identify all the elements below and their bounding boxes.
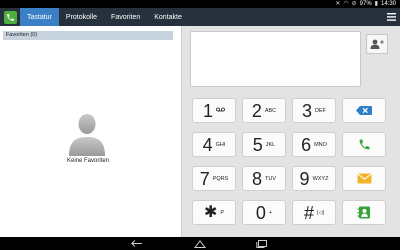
person-silhouette-icon (69, 114, 105, 156)
home-icon[interactable] (190, 239, 210, 248)
envelope-icon (356, 173, 372, 184)
key-digit: 6 (301, 134, 312, 155)
key-letters: P (220, 209, 225, 216)
key-6[interactable]: 6 MNO (292, 132, 336, 157)
key-digit: 4 (202, 134, 213, 155)
phone-call-icon (359, 139, 369, 150)
battery-icon: ▮ (374, 1, 378, 7)
key-letters: WXYZ (312, 175, 329, 182)
wifi-icon: ◠ (343, 1, 349, 7)
call-button[interactable] (342, 132, 386, 157)
no-favorites-text: Keine Favoriten (66, 158, 110, 164)
key-digit: 7 (199, 168, 210, 189)
mute-icon: ✕ (335, 1, 341, 7)
phone-app-screen: ✕ ◠ ⊘ 97% ▮ 14:30 Tastatur Protokolle Fa… (0, 0, 400, 250)
key-digit: ✱ (203, 203, 218, 221)
key-5[interactable]: 5 JKL (242, 132, 286, 157)
tab-bar: Tastatur Protokolle Favoriten Kontakte (0, 8, 400, 26)
key-letters: GHI (215, 141, 226, 148)
key-digit: 1 (202, 100, 213, 121)
key-digit: # (303, 202, 314, 223)
contacts-button[interactable] (342, 200, 386, 225)
message-button[interactable] (342, 166, 386, 191)
contact-card-icon (357, 206, 370, 219)
phone-icon (3, 10, 17, 24)
key-0[interactable]: 0 + (242, 200, 286, 225)
status-bar: ✕ ◠ ⊘ 97% ▮ 14:30 (0, 0, 400, 8)
key-letters: MNO (314, 141, 327, 148)
add-contact-button[interactable] (366, 34, 388, 54)
key-digit: 0 (255, 202, 266, 223)
voicemail-icon (216, 107, 225, 114)
key-letters: DEF (315, 107, 326, 114)
key-4[interactable]: 4 GHI (192, 132, 236, 157)
recent-apps-icon[interactable] (252, 239, 272, 248)
key-digit: 2 (251, 100, 262, 121)
key-7[interactable]: 7 PQRS (192, 166, 236, 191)
key-letters: + (268, 209, 273, 216)
key-2[interactable]: 2 ABC (242, 98, 286, 123)
key-digit: 9 (299, 168, 310, 189)
key-digit: 3 (301, 100, 312, 121)
favorites-pane: Favoriten (0) Keine Favoriten (0, 26, 181, 237)
key-3[interactable]: 3 DEF (292, 98, 336, 123)
backspace-icon (356, 106, 372, 115)
favorites-header: Favoriten (0) (3, 31, 173, 40)
add-contact-icon (370, 39, 384, 49)
tab-logs[interactable]: Protokolle (59, 8, 104, 26)
key-1[interactable]: 1 (192, 98, 236, 123)
phone-app-icon (0, 8, 20, 26)
key-8[interactable]: 8 TUV (242, 166, 286, 191)
key-letters: PQRS (212, 175, 229, 182)
key-letters: |◁| (316, 209, 325, 216)
delete-button[interactable] (342, 98, 386, 123)
key-digit: 8 (251, 168, 262, 189)
key-letters: TUV (265, 175, 276, 182)
key-letters: JKL (265, 141, 276, 148)
key-letters: ABC (264, 107, 277, 114)
clock: 14:30 (380, 1, 396, 7)
key-digit: 5 (252, 134, 263, 155)
navigation-bar (0, 237, 400, 250)
key-star[interactable]: ✱ P (192, 200, 236, 225)
key-hash[interactable]: # |◁| (292, 200, 336, 225)
back-icon[interactable] (127, 239, 147, 248)
menu-icon[interactable] (382, 8, 400, 26)
tab-favorites[interactable]: Favoriten (104, 8, 147, 26)
battery-level: 97% (359, 1, 372, 7)
phone-number-input[interactable] (190, 31, 361, 87)
tab-contacts[interactable]: Kontakte (147, 8, 189, 26)
tab-keypad[interactable]: Tastatur (20, 8, 59, 26)
no-signal-icon: ⊘ (351, 1, 357, 7)
key-9[interactable]: 9 WXYZ (292, 166, 336, 191)
dialer-pane: 1 2 ABC 3 DEF 4 GHI 5 JKL 6 MNO 7 PQRS 8… (182, 26, 400, 237)
